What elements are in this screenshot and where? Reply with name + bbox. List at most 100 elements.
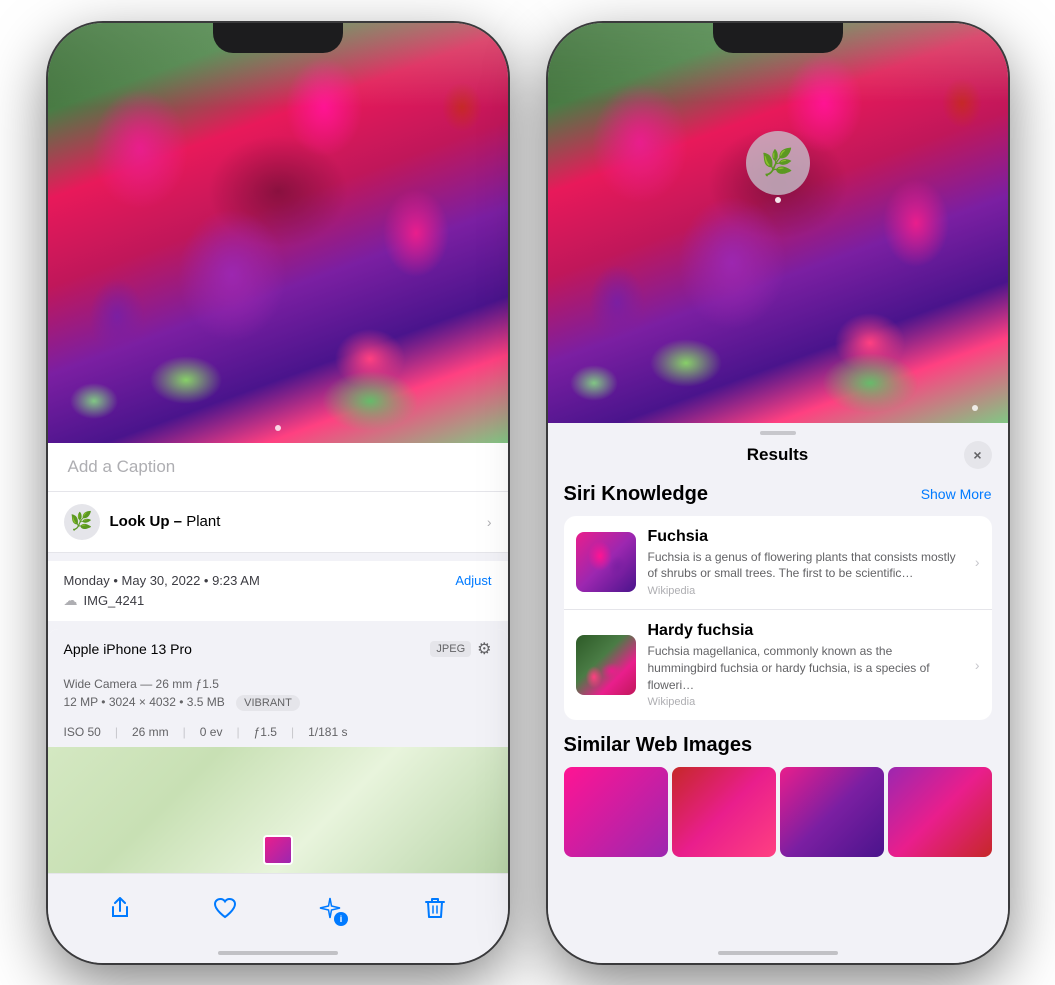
device-section: Apple iPhone 13 Pro JPEG ⚙ Wide Camera —…: [48, 629, 508, 747]
results-panel: Results × Siri Knowledge Show More: [548, 423, 1008, 943]
exif-mm: 26 mm: [132, 725, 183, 739]
map-preview[interactable]: [48, 747, 508, 873]
fuchsia-chevron-icon: ›: [975, 554, 980, 570]
lookup-label: Look Up –: [110, 513, 183, 530]
home-indicator-right: [548, 943, 1008, 963]
flower-photo[interactable]: [48, 23, 508, 443]
camera-spec-line1: Wide Camera — 26 mm ƒ1.5: [64, 677, 492, 691]
right-phone: 🌿 Results × Siri Knowledge Show More: [548, 23, 1008, 963]
similar-header: Similar Web Images: [564, 734, 992, 757]
exif-ev: 0 ev: [200, 725, 237, 739]
hardy-thumb: [576, 635, 636, 695]
exif-iso: ISO 50: [64, 725, 115, 739]
map-photo-thumb: [263, 835, 293, 865]
camera-specs: Wide Camera — 26 mm ƒ1.5 12 MP • 3024 × …: [48, 669, 508, 719]
exif-row: ISO 50 | 26 mm | 0 ev | ƒ1.5 | 1/181 s: [48, 719, 508, 747]
adjust-button[interactable]: Adjust: [455, 573, 491, 588]
cloud-icon: ☁: [64, 592, 78, 609]
close-icon: ×: [973, 447, 981, 463]
device-name: Apple iPhone 13 Pro: [64, 641, 192, 657]
sep2: |: [183, 725, 186, 739]
fuchsia-text: Fuchsia Fuchsia is a genus of flowering …: [648, 528, 963, 598]
left-screen: Add a Caption 🌿 Look Up – Plant › Monday…: [48, 23, 508, 963]
similar-image-3[interactable]: [780, 767, 884, 857]
info-button[interactable]: i: [310, 888, 350, 928]
similar-image-1[interactable]: [564, 767, 668, 857]
close-button[interactable]: ×: [964, 441, 992, 469]
siri-leaf-icon: 🌿: [761, 147, 793, 178]
siri-knowledge-title: Siri Knowledge: [564, 483, 708, 506]
flower-photo-right[interactable]: 🌿: [548, 23, 1008, 423]
left-phone: Add a Caption 🌿 Look Up – Plant › Monday…: [48, 23, 508, 963]
meta-filename: IMG_4241: [84, 593, 145, 608]
sep1: |: [115, 725, 118, 739]
vibrant-badge: VIBRANT: [236, 695, 300, 711]
wide-camera-spec: Wide Camera — 26 mm ƒ1.5: [64, 677, 219, 691]
sep4: |: [291, 725, 294, 739]
home-indicator: [48, 943, 508, 963]
similar-image-4[interactable]: [888, 767, 992, 857]
lookup-chevron-icon: ›: [487, 514, 492, 530]
results-header: Results ×: [548, 435, 1008, 475]
similar-images-row: [564, 767, 992, 857]
lookup-text: Look Up – Plant: [110, 513, 221, 530]
similar-title: Similar Web Images: [564, 734, 753, 757]
hardy-name: Hardy fuchsia: [648, 622, 963, 640]
meta-section: Monday • May 30, 2022 • 9:23 AM Adjust ☁…: [48, 561, 508, 621]
right-page-dot: [972, 405, 978, 411]
siri-dot: [775, 197, 781, 203]
home-bar-right: [718, 951, 838, 955]
fuchsia-item[interactable]: Fuchsia Fuchsia is a genus of flowering …: [564, 516, 992, 611]
caption-placeholder[interactable]: Add a Caption: [68, 457, 176, 476]
hardy-source: Wikipedia: [648, 696, 963, 708]
fuchsia-thumb-img: [576, 532, 636, 592]
exif-aperture: ƒ1.5: [254, 725, 291, 739]
notch-right: [713, 23, 843, 53]
share-button[interactable]: [100, 888, 140, 928]
settings-icon[interactable]: ⚙: [477, 639, 491, 659]
sep3: |: [236, 725, 239, 739]
heart-button[interactable]: [205, 888, 245, 928]
trash-button[interactable]: [415, 888, 455, 928]
hardy-thumb-img: [576, 635, 636, 695]
lookup-row[interactable]: 🌿 Look Up – Plant ›: [48, 492, 508, 553]
exif-shutter: 1/181 s: [308, 725, 361, 739]
siri-knowledge-header: Siri Knowledge Show More: [564, 483, 992, 506]
results-title: Results: [747, 445, 808, 465]
lookup-subject: Plant: [186, 513, 220, 530]
fuchsia-thumb: [576, 532, 636, 592]
bottom-toolbar: i: [48, 873, 508, 943]
similar-image-2[interactable]: [672, 767, 776, 857]
device-row: Apple iPhone 13 Pro JPEG ⚙: [48, 629, 508, 669]
fuchsia-desc: Fuchsia is a genus of flowering plants t…: [648, 549, 963, 583]
knowledge-card: Fuchsia Fuchsia is a genus of flowering …: [564, 516, 992, 721]
camera-spec-line2-row: 12 MP • 3024 × 4032 • 3.5 MB VIBRANT: [64, 695, 492, 711]
hardy-desc: Fuchsia magellanica, commonly known as t…: [648, 643, 963, 693]
lookup-icon-circle: 🌿: [64, 504, 100, 540]
meta-date: Monday • May 30, 2022 • 9:23 AM: [64, 573, 260, 588]
fuchsia-source: Wikipedia: [648, 585, 963, 597]
resolution-spec: 12 MP • 3024 × 4032 • 3.5 MB: [64, 695, 225, 709]
hardy-text: Hardy fuchsia Fuchsia magellanica, commo…: [648, 622, 963, 708]
trash-icon: [424, 896, 446, 920]
show-more-button[interactable]: Show More: [921, 486, 992, 502]
home-bar: [218, 951, 338, 955]
device-badges: JPEG ⚙: [430, 639, 491, 659]
share-icon: [109, 897, 131, 919]
fuchsia-name: Fuchsia: [648, 528, 963, 546]
meta-filename-row: ☁ IMG_4241: [64, 592, 492, 609]
page-indicator: [275, 425, 281, 431]
hardy-fuchsia-item[interactable]: Hardy fuchsia Fuchsia magellanica, commo…: [564, 610, 992, 720]
results-content: Siri Knowledge Show More Fuchsia Fuchsia…: [548, 475, 1008, 943]
right-screen: 🌿 Results × Siri Knowledge Show More: [548, 23, 1008, 963]
leaf-icon: 🌿: [70, 511, 92, 532]
hardy-chevron-icon: ›: [975, 657, 980, 673]
notch: [213, 23, 343, 53]
jpeg-badge: JPEG: [430, 641, 471, 657]
caption-area[interactable]: Add a Caption: [48, 443, 508, 492]
info-badge: i: [334, 912, 348, 926]
siri-circle: 🌿: [746, 131, 810, 195]
similar-section: Similar Web Images: [564, 734, 992, 857]
meta-date-row: Monday • May 30, 2022 • 9:23 AM Adjust: [64, 573, 492, 588]
heart-icon: [213, 897, 237, 919]
